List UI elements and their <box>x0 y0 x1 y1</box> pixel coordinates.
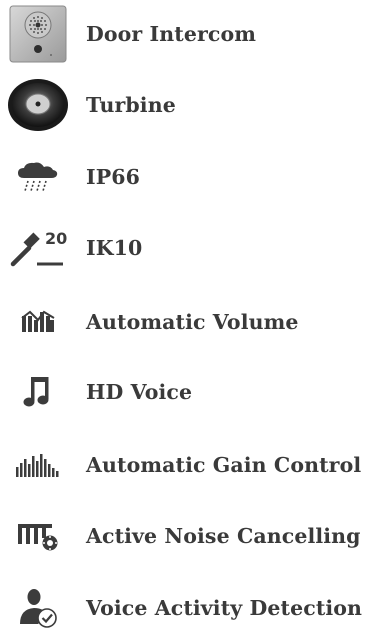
noise-cancel-icon <box>6 508 70 564</box>
feature-label: Turbine <box>86 93 176 117</box>
list-item: Turbine <box>0 77 380 133</box>
list-item: Automatic Gain Control <box>0 437 380 493</box>
feature-label: IK10 <box>86 236 143 260</box>
feature-label: Door Intercom <box>86 22 257 46</box>
music-note-icon <box>6 364 70 420</box>
feature-label: Automatic Volume <box>86 310 299 334</box>
gain-bars-icon <box>6 437 70 493</box>
hammer-impact-icon: 20 <box>6 220 70 276</box>
list-item: IP66 <box>0 149 380 205</box>
feature-label: HD Voice <box>86 380 193 404</box>
feature-label: Automatic Gain Control <box>86 453 362 477</box>
door-intercom-icon <box>6 5 70 63</box>
rain-cloud-icon <box>6 149 70 205</box>
list-item: HD Voice <box>0 364 380 420</box>
list-item: 20 IK10 <box>0 220 380 276</box>
list-item: Voice Activity Detection <box>0 580 380 636</box>
turbine-speaker-icon <box>6 77 70 133</box>
list-item: Door Intercom <box>0 5 380 63</box>
feature-label: Active Noise Cancelling <box>86 524 361 548</box>
volume-bars-icon <box>6 294 70 350</box>
list-item: Automatic Volume <box>0 294 380 350</box>
feature-label: Voice Activity Detection <box>86 596 363 620</box>
feature-label: IP66 <box>86 165 140 189</box>
impact-joules-text: 20 <box>45 229 67 248</box>
list-item: Active Noise Cancelling <box>0 508 380 564</box>
voice-activity-user-icon <box>6 580 70 636</box>
